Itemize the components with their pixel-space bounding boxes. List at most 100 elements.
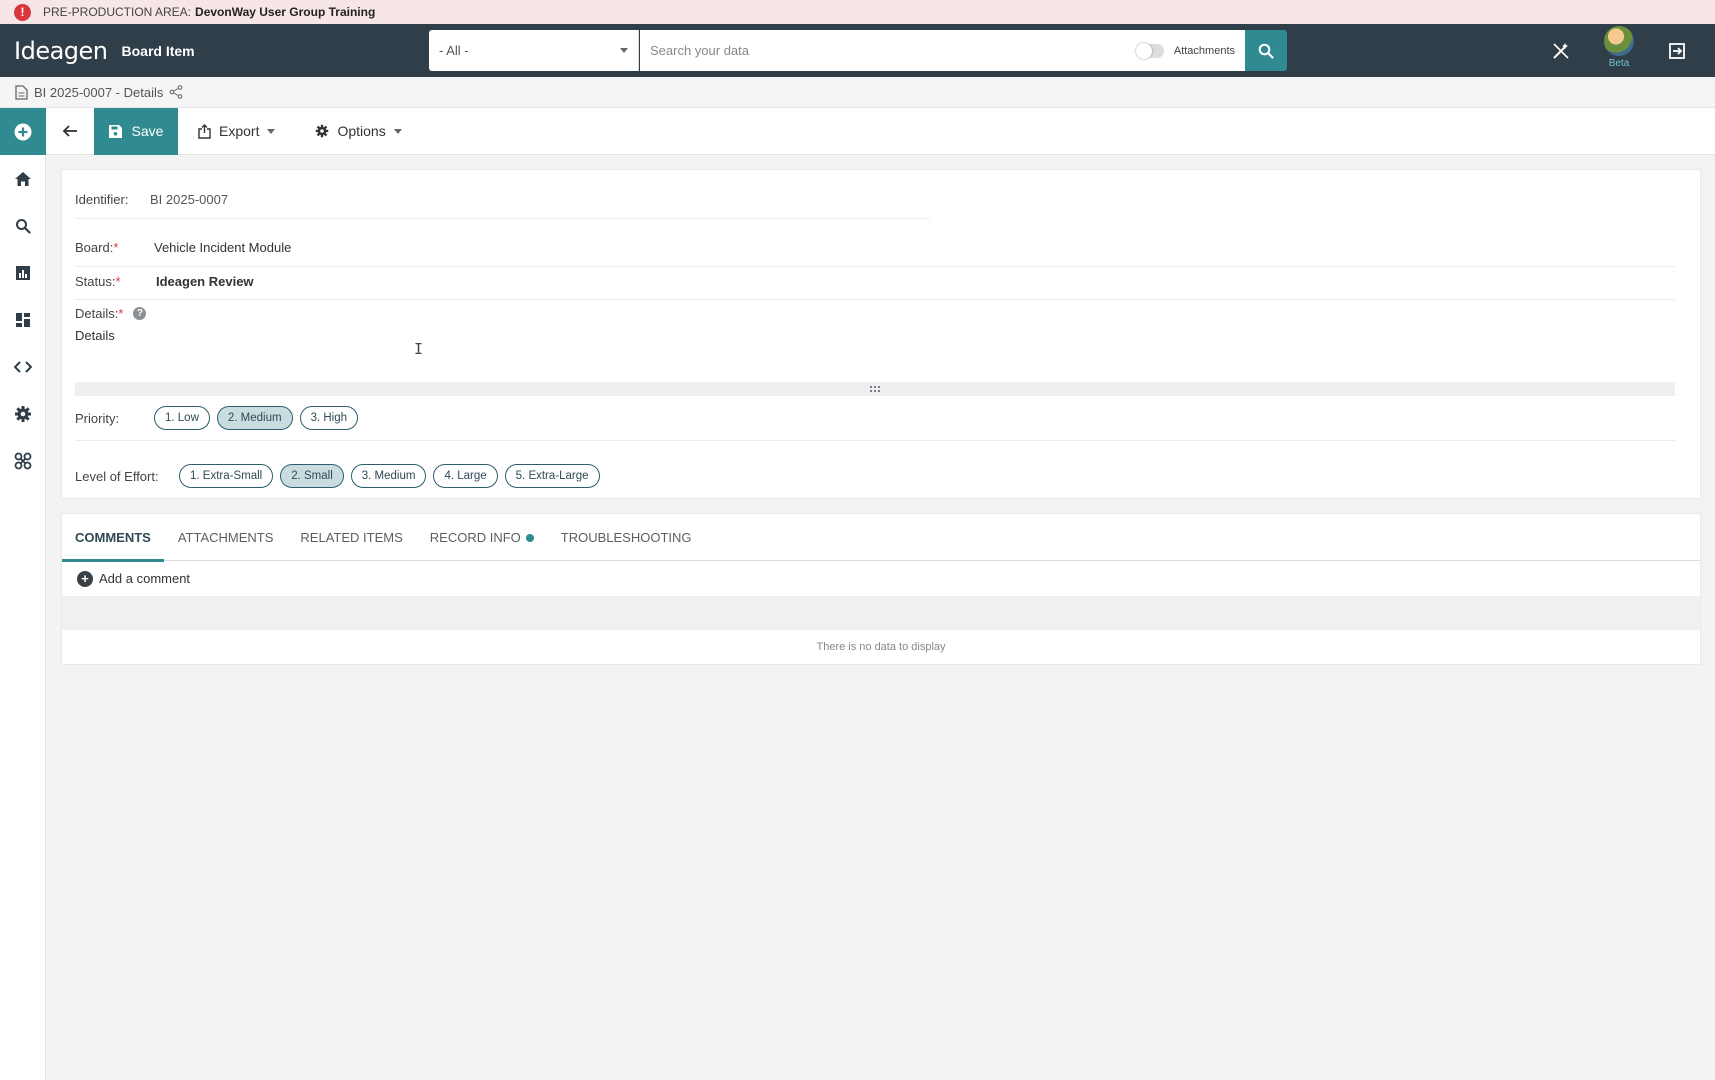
sidebar-item-home[interactable] (0, 155, 46, 202)
related-tabs-panel: COMMENTS ATTACHMENTS RELATED ITEMS RECORD I… (61, 513, 1701, 665)
tab-bar: COMMENTS ATTACHMENTS RELATED ITEMS RECORD I… (62, 514, 1700, 562)
tab-record-info[interactable]: RECORD INFO (430, 514, 534, 561)
status-value[interactable]: Ideagen Review (156, 274, 254, 289)
tab-label: RELATED ITEMS (300, 530, 403, 545)
tab-label: TROUBLESHOOTING (560, 530, 692, 545)
user-avatar-menu[interactable]: Beta (1598, 26, 1640, 74)
sidebar-item-reports[interactable] (0, 249, 46, 296)
dashboard-icon (16, 312, 30, 327)
priority-option-2-medium[interactable]: 2. Medium (216, 406, 293, 430)
editor-resize-handle[interactable] (75, 382, 1675, 396)
options-menu-button[interactable]: Options (295, 108, 421, 155)
tab-label: COMMENTS (75, 530, 151, 545)
divider (75, 266, 1675, 267)
priority-options: 1. Low 2. Medium 3. High (154, 406, 365, 430)
effort-option-2-small[interactable]: 2. Small (280, 464, 344, 488)
tab-attachments[interactable]: ATTACHMENTS (178, 514, 274, 561)
magic-wand-icon[interactable] (1548, 24, 1574, 77)
effort-option-4-large[interactable]: 4. Large (433, 464, 498, 488)
effort-label: Level of Effort: (75, 468, 159, 484)
search-scope-select[interactable]: - All - (429, 30, 639, 71)
floppy-disk-icon (108, 124, 122, 138)
plus-circle-icon: + (77, 570, 93, 587)
effort-option-5-extra-large[interactable]: 5. Extra-Large (504, 464, 600, 488)
priority-field: Priority: 1. Low 2. Medium 3. High (75, 406, 365, 430)
record-form: Identifier: BI 2025-0007 Board:* Vehicle… (61, 169, 1701, 499)
sidebar-item-settings[interactable] (0, 390, 46, 437)
integrations-icon (14, 452, 32, 469)
record-toolbar: Save Export Options (46, 107, 1715, 155)
document-icon (15, 84, 28, 100)
bar-chart-icon (16, 265, 30, 280)
banner-prefix: PRE-PRODUCTION AREA: (43, 5, 192, 19)
chevron-down-icon (393, 128, 402, 134)
breadcrumb: BI 2025-0007 - Details (0, 77, 1715, 108)
priority-option-1-low[interactable]: 1. Low (154, 406, 210, 430)
tab-related-items[interactable]: RELATED ITEMS (300, 514, 402, 561)
arrow-left-icon (62, 125, 77, 137)
search-input[interactable]: Search your data Attachments (640, 30, 1245, 71)
banner-area-name: DevonWay User Group Training (195, 5, 376, 19)
export-menu-button[interactable]: Export (178, 108, 295, 155)
sidebar-item-code[interactable] (0, 343, 46, 390)
drag-handle-icon (870, 386, 880, 392)
board-value[interactable]: Vehicle Incident Module (154, 240, 291, 255)
identifier-field: Identifier: BI 2025-0007 (75, 192, 228, 207)
add-comment-label: Add a comment (99, 571, 191, 586)
details-field-label-row: Details:* ? (75, 306, 147, 321)
text-cursor-icon: I (414, 340, 424, 358)
details-editor[interactable]: Details (75, 328, 1675, 378)
board-label: Board:* (75, 240, 119, 255)
search-scope-value: - All - (439, 43, 469, 58)
beta-label: Beta (1608, 58, 1630, 69)
comments-grid-header (62, 596, 1700, 630)
options-label: Options (337, 123, 386, 139)
code-icon (14, 360, 32, 373)
back-button[interactable] (46, 108, 94, 155)
sidebar-item-dashboards[interactable] (0, 296, 46, 343)
home-icon (15, 171, 31, 186)
gear-icon (15, 405, 31, 422)
details-value: Details (75, 328, 115, 343)
chevron-down-icon (620, 48, 628, 53)
effort-option-3-medium[interactable]: 3. Medium (350, 464, 427, 488)
share-icon[interactable] (169, 85, 183, 99)
help-icon[interactable]: ? (133, 307, 147, 320)
effort-option-1-extra-small[interactable]: 1. Extra-Small (179, 464, 274, 488)
attachments-toggle-label: Attachments (1173, 44, 1235, 57)
empty-state-message: There is no data to display (816, 641, 946, 653)
search-button[interactable] (1245, 30, 1287, 71)
left-sidebar (0, 108, 46, 1080)
save-label: Save (131, 123, 164, 139)
indicator-dot-icon (525, 533, 534, 542)
save-button[interactable]: Save (94, 107, 178, 155)
sidebar-item-search[interactable] (0, 202, 46, 249)
sidebar-item-integrations[interactable] (0, 437, 46, 484)
tab-comments[interactable]: COMMENTS (62, 514, 164, 562)
attachments-toggle[interactable] (1135, 42, 1164, 59)
add-comment-button[interactable]: + Add a comment (62, 561, 1700, 596)
details-label: Details:* (75, 306, 124, 321)
status-field: Status:* Ideagen Review (75, 274, 254, 289)
avatar (1604, 26, 1634, 56)
divider (75, 218, 930, 219)
tab-troubleshooting[interactable]: TROUBLESHOOTING (561, 514, 692, 561)
status-label: Status:* (75, 274, 121, 289)
divider (75, 440, 1675, 441)
search-placeholder: Search your data (650, 43, 750, 58)
export-label: Export (219, 123, 260, 139)
tab-label: ATTACHMENTS (177, 530, 274, 545)
create-new-button[interactable] (0, 108, 46, 155)
search-icon (16, 218, 31, 234)
ideagen-logo[interactable]: Ideagen (14, 37, 108, 65)
priority-label: Priority: (75, 410, 120, 426)
effort-options: 1. Extra-Small 2. Small 3. Medium 4. Large 5… (179, 464, 607, 488)
app-title: Board Item (121, 42, 195, 59)
tab-label: RECORD INFO (429, 530, 521, 545)
top-header: Ideagen Board Item - All - Search your d… (0, 24, 1715, 77)
gear-icon (316, 124, 329, 138)
plus-circle-icon (14, 123, 32, 140)
priority-option-3-high[interactable]: 3. High (299, 406, 359, 430)
logout-icon[interactable] (1664, 24, 1690, 77)
identifier-label: Identifier: (75, 192, 129, 207)
